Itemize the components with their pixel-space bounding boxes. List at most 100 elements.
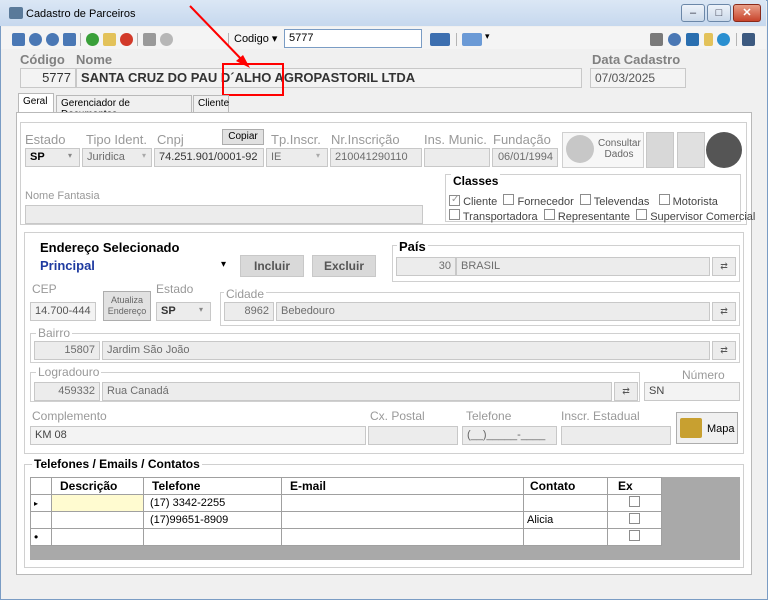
email-cell[interactable] (281, 494, 524, 512)
delete-icon[interactable] (120, 33, 133, 46)
email-cell[interactable] (281, 511, 524, 529)
estado-endereco-label: Estado (156, 282, 194, 296)
undo-icon[interactable] (160, 33, 173, 46)
row-marker (30, 511, 52, 529)
endereco-dropdown-icon[interactable]: ▾ (221, 259, 226, 270)
fundacao-field[interactable]: 06/01/1994 (492, 148, 558, 167)
telefone-column-header[interactable]: Telefone (143, 477, 282, 495)
descricao-cell[interactable] (51, 511, 144, 529)
contato-cell[interactable] (523, 528, 608, 546)
nr-inscricao-field[interactable]: 210041290110 (330, 148, 422, 167)
last-record-icon[interactable] (63, 33, 76, 46)
codigo-field[interactable]: 5777 (20, 68, 76, 88)
search-grid-icon[interactable] (430, 33, 450, 46)
contact-card-icon[interactable] (677, 132, 705, 168)
tipo-ident-dropdown-icon[interactable]: ▾ (142, 151, 146, 160)
codigo-search-input[interactable]: 5777 (284, 29, 422, 48)
cnpj-field[interactable]: 74.251.901/0001-92 (154, 148, 264, 167)
fornecedor-checkbox[interactable] (503, 194, 515, 205)
close-button[interactable]: ✕ (733, 4, 761, 22)
complemento-label: Complemento (32, 409, 107, 423)
phone-icon[interactable] (706, 132, 742, 168)
cidade-code-field[interactable]: 8962 (224, 302, 274, 321)
ex-column-header[interactable]: Ex (607, 477, 662, 495)
pais-name-field[interactable]: BRASIL (456, 257, 710, 276)
excluir-button[interactable]: Excluir (312, 255, 376, 277)
cidade-lookup-icon[interactable]: ⇄ (712, 302, 736, 321)
incluir-button[interactable]: Incluir (240, 255, 304, 277)
ex-checkbox[interactable] (629, 530, 640, 541)
tab-gerenciador-documentos[interactable]: Gerenciador de Documentos (56, 95, 192, 120)
telefone-cell[interactable]: (17)99651-8909 (143, 511, 282, 529)
tp-inscr-dropdown-icon[interactable]: ▾ (316, 151, 320, 160)
cx-postal-field[interactable] (368, 426, 458, 445)
next-record-icon[interactable] (46, 33, 59, 46)
table-row[interactable]: • (30, 528, 662, 546)
copiar-button[interactable]: Copiar (222, 129, 264, 145)
logradouro-code-field[interactable]: 459332 (34, 382, 100, 401)
tab-geral[interactable]: Geral (18, 93, 54, 113)
estado-dropdown-icon[interactable]: ▾ (68, 151, 72, 160)
edit-icon[interactable] (103, 33, 116, 46)
refresh-icon[interactable] (686, 33, 699, 46)
first-record-icon[interactable] (12, 33, 25, 46)
ex-checkbox[interactable] (629, 496, 640, 507)
filter-icon[interactable] (704, 33, 713, 46)
add-icon[interactable] (86, 33, 99, 46)
complemento-field[interactable]: KM 08 (30, 426, 366, 445)
cep-field[interactable]: 14.700-444 (30, 302, 96, 321)
nome-fantasia-field[interactable] (25, 205, 423, 224)
data-cadastro-field[interactable]: 07/03/2025 (590, 68, 686, 88)
help-icon[interactable] (717, 33, 730, 46)
table-row[interactable]: ▸ (17) 3342-2255 (30, 494, 662, 512)
telefone-cell[interactable]: (17) 3342-2255 (143, 494, 282, 512)
representante-checkbox[interactable] (543, 209, 555, 220)
sync-icon[interactable] (646, 132, 674, 168)
supervisor-comercial-checkbox[interactable] (636, 209, 648, 220)
cidade-name-field[interactable]: Bebedouro (276, 302, 710, 321)
motorista-checkbox[interactable] (658, 194, 670, 205)
table-row[interactable]: (17)99651-8909 Alicia (30, 511, 662, 529)
search-icon[interactable] (668, 33, 681, 46)
ins-munic-field[interactable] (424, 148, 490, 167)
print-icon[interactable] (650, 33, 663, 46)
save-icon[interactable] (143, 33, 156, 46)
inscr-estadual-field[interactable] (561, 426, 671, 445)
cnpj-label: Cnpj (157, 132, 184, 147)
endereco-selecionado-value[interactable]: Principal (40, 258, 95, 273)
minimize-button[interactable]: – (681, 4, 705, 22)
descricao-column-header[interactable]: Descrição (51, 477, 144, 495)
contato-column-header[interactable]: Contato (523, 477, 608, 495)
telefone-cell[interactable] (143, 528, 282, 546)
descricao-cell[interactable] (51, 494, 144, 512)
bairro-name-field[interactable]: Jardim São João (102, 341, 710, 360)
email-cell[interactable] (281, 528, 524, 546)
prev-record-icon[interactable] (29, 33, 42, 46)
telefone-endereco-field[interactable]: (__)_____-____ (462, 426, 557, 445)
exit-icon[interactable] (742, 33, 755, 46)
app-icon (9, 7, 23, 19)
bairro-lookup-icon[interactable]: ⇄ (712, 341, 736, 360)
classes-row-2: Transportadora Representante Supervisor … (449, 209, 755, 223)
ex-checkbox[interactable] (629, 513, 640, 524)
tab-cliente[interactable]: Cliente (193, 95, 229, 112)
nome-field[interactable]: SANTA CRUZ DO PAU D´ALHO AGROPASTORIL LT… (76, 68, 582, 88)
descricao-cell[interactable] (51, 528, 144, 546)
email-column-header[interactable]: E-mail (281, 477, 524, 495)
maximize-button[interactable]: □ (707, 4, 731, 22)
cliente-checkbox[interactable] (449, 195, 460, 206)
contato-cell[interactable] (523, 494, 608, 512)
chart-icon[interactable] (462, 33, 482, 46)
atualiza-endereco-button[interactable]: Atualiza Endereço (103, 291, 151, 321)
chart-dropdown-icon[interactable]: ▾ (485, 31, 490, 42)
transportadora-checkbox[interactable] (449, 209, 460, 220)
logradouro-lookup-icon[interactable]: ⇄ (614, 382, 638, 401)
estado-endereco-dropdown-icon[interactable]: ▾ (199, 305, 203, 314)
televendas-checkbox[interactable] (579, 194, 591, 205)
logradouro-name-field[interactable]: Rua Canadá (102, 382, 612, 401)
bairro-code-field[interactable]: 15807 (34, 341, 100, 360)
contato-cell[interactable]: Alicia (523, 511, 608, 529)
numero-field[interactable]: SN (644, 382, 740, 401)
pais-code-field[interactable]: 30 (396, 257, 456, 276)
pais-lookup-icon[interactable]: ⇄ (712, 257, 736, 276)
